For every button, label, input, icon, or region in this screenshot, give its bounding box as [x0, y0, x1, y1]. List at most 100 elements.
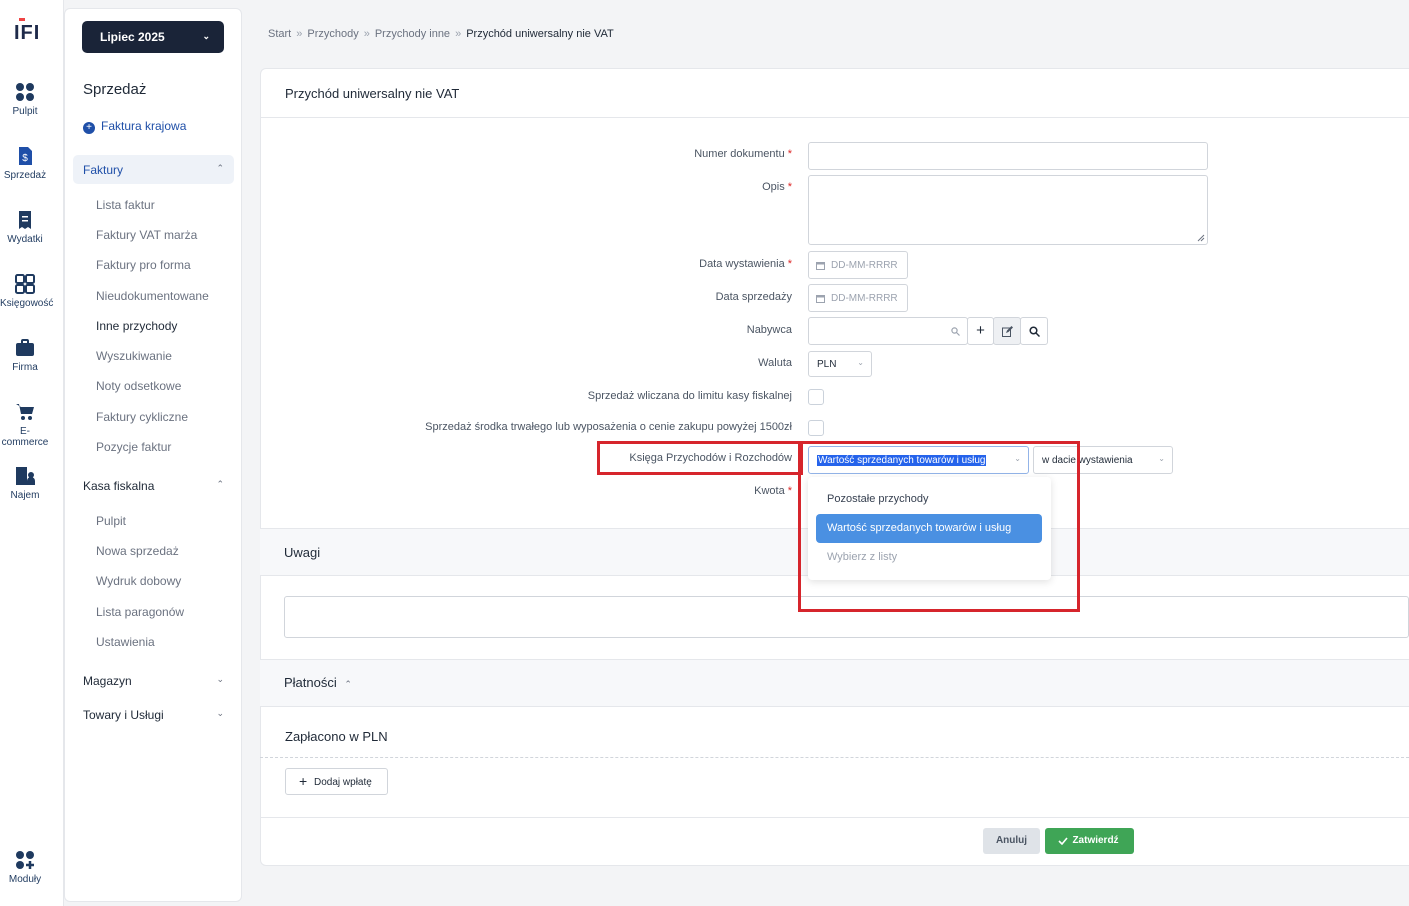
- nabywca-input[interactable]: [808, 317, 968, 345]
- platnosci-section-header[interactable]: Płatności ⌃: [260, 659, 1409, 707]
- page-title: Przychód uniwersalny nie VAT: [285, 86, 460, 101]
- sidebar-item-faktury-cykliczne[interactable]: Faktury cykliczne: [96, 410, 188, 424]
- rail-item-moduly[interactable]: Moduły: [0, 850, 50, 885]
- highlight-box-label: [597, 441, 803, 475]
- calendar-icon: [816, 295, 825, 303]
- date-placeholder: DD-MM-RRRR: [831, 260, 898, 271]
- sidebar-item-faktury-pro-forma[interactable]: Faktury pro forma: [96, 258, 191, 272]
- sidebar-title: Sprzedaż: [83, 81, 147, 98]
- building-icon: [16, 467, 35, 485]
- kasa-fiskalna-label: Sprzedaż wliczana do limitu kasy fiskaln…: [588, 390, 792, 402]
- rail-item-sprzedaz[interactable]: $ Sprzedaż: [0, 146, 50, 181]
- confirm-button[interactable]: Zatwierdź: [1045, 828, 1134, 854]
- numer-dokumentu-label: Numer dokumentu *: [694, 148, 792, 160]
- data-sprzedazy-input[interactable]: DD-MM-RRRR: [808, 284, 908, 312]
- waluta-value: PLN: [817, 359, 837, 370]
- dashboard-icon: [16, 83, 34, 101]
- label-text: Nabywca: [746, 324, 792, 336]
- rail-label: E-commerce: [1, 426, 49, 448]
- period-selector[interactable]: Lipiec 2025 ⌄: [82, 21, 224, 53]
- edit-icon: [1002, 326, 1013, 337]
- chevron-down-icon: ⌄: [202, 31, 210, 41]
- required-marker: *: [787, 258, 792, 270]
- kasa-fiskalna-checkbox[interactable]: [808, 389, 824, 405]
- required-marker: *: [787, 485, 792, 497]
- sidebar-item-wyszukiwanie[interactable]: Wyszukiwanie: [96, 349, 172, 363]
- rail-item-wydatki[interactable]: Wydatki: [0, 210, 50, 245]
- chevron-up-icon: ⌃: [216, 163, 224, 173]
- check-icon: [1058, 837, 1068, 845]
- date-placeholder: DD-MM-RRRR: [831, 293, 898, 304]
- numer-dokumentu-input[interactable]: [808, 142, 1208, 170]
- group-label: Magazyn: [83, 674, 132, 688]
- data-wystawienia-label: Data wystawienia *: [699, 258, 792, 270]
- breadcrumb-start[interactable]: Start: [268, 28, 291, 40]
- app-logo[interactable]: IFI: [14, 18, 40, 45]
- rail-label: Firma: [12, 362, 38, 373]
- opis-label: Opis *: [762, 181, 792, 193]
- breadcrumb-przychody-inne[interactable]: Przychody inne: [375, 28, 450, 40]
- dashed-divider: [260, 757, 1409, 758]
- search-buyer-button[interactable]: [1020, 317, 1048, 345]
- plus-circle-icon: +: [83, 122, 95, 134]
- divider: [260, 817, 1409, 818]
- opis-textarea[interactable]: [808, 175, 1208, 245]
- rail-label: Sprzedaż: [3, 170, 47, 181]
- sidebar-item-inne-przychody[interactable]: Inne przychody: [96, 319, 177, 333]
- accounting-icon: [15, 274, 35, 294]
- label-text: Data sprzedaży: [715, 291, 792, 303]
- add-buyer-button[interactable]: +: [967, 317, 994, 345]
- waluta-select[interactable]: PLN ⌄: [808, 351, 872, 377]
- sidebar-item-wydruk-dobowy[interactable]: Wydruk dobowy: [96, 574, 181, 588]
- plus-icon: +: [976, 322, 985, 339]
- chevron-down-icon: ⌄: [216, 674, 224, 684]
- data-wystawienia-input[interactable]: DD-MM-RRRR: [808, 251, 908, 279]
- rail-label: Moduły: [8, 874, 42, 885]
- sidebar-item-pozycje-faktur[interactable]: Pozycje faktur: [96, 440, 171, 454]
- label-text: Kwota: [754, 485, 785, 497]
- add-payment-label: Dodaj wpłatę: [314, 777, 372, 788]
- sidebar-item-lista-faktur[interactable]: Lista faktur: [96, 198, 155, 212]
- rail-label: Wydatki: [7, 234, 43, 245]
- rail-item-pulpit[interactable]: Pulpit: [0, 82, 50, 117]
- group-label: Kasa fiskalna: [83, 479, 155, 493]
- sidebar-group-magazyn[interactable]: Magazyn ⌄: [73, 666, 234, 695]
- chevron-up-icon: ⌃: [344, 679, 352, 689]
- sidebar-item-noty-odsetkowe[interactable]: Noty odsetkowe: [96, 379, 181, 393]
- zaplacono-title: Zapłacono w PLN: [285, 729, 388, 744]
- sidebar-item-nieudokumentowane[interactable]: Nieudokumentowane: [96, 289, 209, 303]
- sidebar-group-towary-uslugi[interactable]: Towary i Usługi ⌄: [73, 700, 234, 729]
- sidebar-item-pulpit[interactable]: Pulpit: [96, 514, 126, 528]
- cart-icon: [16, 404, 34, 420]
- breadcrumb-przychody[interactable]: Przychody: [307, 28, 358, 40]
- chevron-down-icon: ⌄: [857, 358, 864, 367]
- sidebar-item-faktury-vat-marza[interactable]: Faktury VAT marża: [96, 228, 197, 242]
- rail-label: Pulpit: [12, 106, 38, 117]
- sidebar-group-kasa-fiskalna[interactable]: Kasa fiskalna ⌃: [73, 471, 234, 500]
- rail-item-ecommerce[interactable]: E-commerce: [0, 402, 50, 448]
- sidebar-item-nowa-sprzedaz[interactable]: Nowa sprzedaż: [96, 544, 179, 558]
- add-domestic-invoice-link[interactable]: + Faktura krajowa: [83, 119, 186, 134]
- add-payment-button[interactable]: + Dodaj wpłatę: [285, 768, 388, 795]
- breadcrumb-separator-icon: »: [363, 28, 370, 40]
- calendar-icon: [816, 262, 825, 270]
- group-label: Faktury: [83, 163, 124, 177]
- sidebar-item-lista-paragonow[interactable]: Lista paragonów: [96, 605, 184, 619]
- rail-item-firma[interactable]: Firma: [0, 338, 50, 373]
- resize-handle-icon[interactable]: [1197, 234, 1205, 242]
- breadcrumb: Start » Przychody » Przychody inne » Przychód …: [268, 28, 614, 40]
- uwagi-title: Uwagi: [284, 545, 321, 560]
- edit-buyer-button[interactable]: [993, 317, 1021, 345]
- required-marker: *: [787, 181, 792, 193]
- cancel-button[interactable]: Anuluj: [983, 828, 1040, 854]
- waluta-label: Waluta: [758, 357, 792, 369]
- svg-text:$: $: [22, 153, 28, 164]
- rail-item-najem[interactable]: Najem: [0, 466, 50, 501]
- srodek-trwaly-checkbox[interactable]: [808, 420, 824, 436]
- data-sprzedazy-label: Data sprzedaży: [716, 291, 792, 303]
- rail-item-ksiegowosc[interactable]: Księgowość: [0, 274, 53, 309]
- sidebar-item-ustawienia[interactable]: Ustawienia: [96, 635, 155, 649]
- kwota-label: Kwota *: [754, 485, 792, 497]
- add-link-label: Faktura krajowa: [101, 119, 187, 133]
- sidebar-group-faktury[interactable]: Faktury ⌃: [73, 155, 234, 184]
